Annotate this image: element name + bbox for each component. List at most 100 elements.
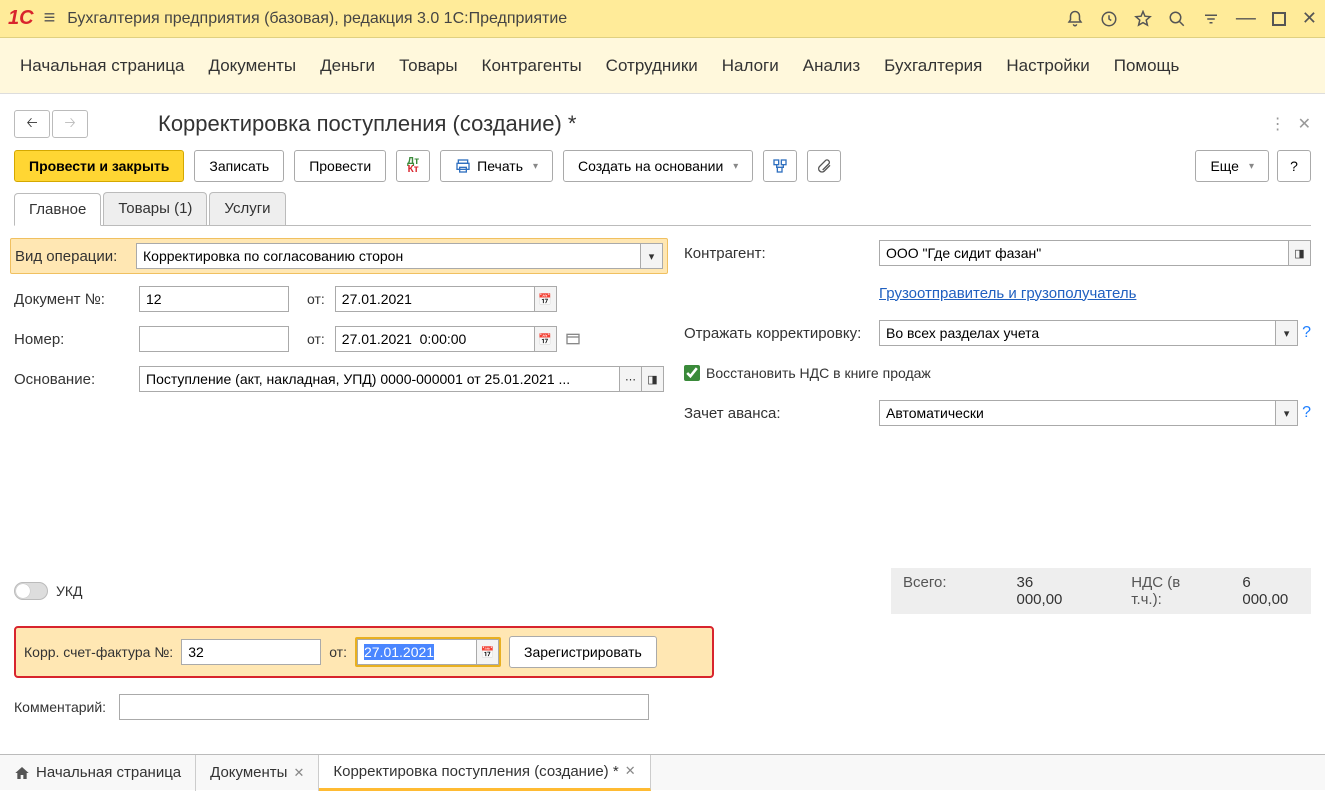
restore-vat-label: Восстановить НДС в книге продаж [706, 365, 931, 381]
help-button[interactable]: ? [1277, 150, 1311, 182]
menu-documents[interactable]: Документы [209, 56, 297, 76]
kebab-icon[interactable]: ⋮ [1270, 114, 1286, 134]
bell-icon[interactable] [1066, 10, 1084, 28]
number-input[interactable] [139, 326, 289, 352]
main-menu: Начальная страница Документы Деньги Това… [0, 38, 1325, 94]
open-icon[interactable]: ◨ [642, 366, 664, 392]
invoice-from-label: от: [329, 644, 347, 660]
calendar-icon[interactable]: 📅 [535, 286, 557, 312]
tab-services[interactable]: Услуги [209, 192, 285, 225]
ukd-toggle[interactable] [14, 582, 48, 600]
invoice-section: Корр. счет-фактура №: от: 27.01.2021 📅 З… [14, 626, 714, 678]
title-actions: — ✕ [1066, 7, 1317, 30]
advance-label: Зачет аванса: [684, 405, 879, 422]
calendar-icon[interactable]: 📅 [535, 326, 557, 352]
filter-icon[interactable] [1202, 10, 1220, 28]
close-icon[interactable]: ✕ [625, 763, 636, 779]
menu-taxes[interactable]: Налоги [722, 56, 779, 76]
minimize-icon[interactable]: — [1236, 7, 1256, 30]
contractor-label: Контрагент: [684, 245, 879, 262]
window-tabs: Начальная страница Документы ✕ Корректир… [0, 754, 1325, 790]
bottom-tab-documents[interactable]: Документы ✕ [196, 755, 319, 791]
doc-no-input[interactable] [139, 286, 289, 312]
basis-label: Основание: [14, 371, 139, 388]
comment-label: Комментарий: [14, 699, 119, 715]
help-icon[interactable]: ? [1302, 404, 1311, 422]
restore-vat-checkbox[interactable] [684, 365, 700, 381]
close-document-icon[interactable]: ✕ [1298, 114, 1311, 134]
bottom-tab-docs-label: Документы [210, 764, 287, 781]
comment-input[interactable] [119, 694, 649, 720]
ukd-label: УКД [56, 583, 83, 599]
register-button[interactable]: Зарегистрировать [509, 636, 657, 668]
star-icon[interactable] [1134, 10, 1152, 28]
advance-input[interactable] [879, 400, 1276, 426]
doc-date-input[interactable] [335, 286, 535, 312]
history-icon[interactable] [1100, 10, 1118, 28]
doc-date-from-label: от: [307, 291, 325, 307]
help-icon[interactable]: ? [1302, 324, 1311, 342]
open-icon[interactable]: ◨ [1289, 240, 1311, 266]
dropdown-icon[interactable]: ▾ [1276, 320, 1298, 346]
number-date-input[interactable] [335, 326, 535, 352]
operation-type-label: Вид операции: [15, 248, 136, 265]
menu-money[interactable]: Деньги [320, 56, 375, 76]
edit-icon[interactable] [565, 331, 581, 347]
menu-contractors[interactable]: Контрагенты [482, 56, 582, 76]
nav-forward-button[interactable]: 🡢 [52, 110, 88, 138]
menu-help[interactable]: Помощь [1114, 56, 1180, 76]
tab-goods[interactable]: Товары (1) [103, 192, 207, 225]
hamburger-icon[interactable]: ≡ [44, 7, 56, 30]
structure-button[interactable] [763, 150, 797, 182]
menu-goods[interactable]: Товары [399, 56, 457, 76]
invoice-date-input[interactable]: 27.01.2021 [357, 639, 477, 665]
dropdown-icon[interactable]: ▾ [641, 243, 663, 269]
logo-1c-icon: 1C [8, 7, 34, 30]
basis-input[interactable] [139, 366, 620, 392]
doc-no-label: Документ №: [14, 291, 139, 308]
home-icon [14, 765, 30, 781]
menu-employees[interactable]: Сотрудники [606, 56, 698, 76]
total-label: Всего: [903, 574, 947, 608]
bottom-tab-home-label: Начальная страница [36, 764, 181, 781]
more-button[interactable]: Еще [1195, 150, 1269, 182]
menu-analysis[interactable]: Анализ [803, 56, 860, 76]
invoice-label: Корр. счет-фактура №: [24, 644, 173, 660]
document-header: 🡠 🡢 Корректировка поступления (создание)… [14, 104, 1311, 144]
print-button[interactable]: Печать [440, 150, 553, 182]
app-title: Бухгалтерия предприятия (базовая), редак… [67, 10, 1066, 28]
title-bar: 1C ≡ Бухгалтерия предприятия (базовая), … [0, 0, 1325, 38]
close-icon[interactable]: ✕ [293, 765, 304, 781]
calendar-icon[interactable]: 📅 [477, 639, 499, 665]
create-based-button[interactable]: Создать на основании [563, 150, 753, 182]
nav-back-button[interactable]: 🡠 [14, 110, 50, 138]
bottom-tab-home[interactable]: Начальная страница [0, 755, 196, 791]
menu-accounting[interactable]: Бухгалтерия [884, 56, 982, 76]
save-button[interactable]: Записать [194, 150, 284, 182]
document-title: Корректировка поступления (создание) * [158, 111, 1270, 137]
search-icon[interactable] [1168, 10, 1186, 28]
menu-settings[interactable]: Настройки [1006, 56, 1089, 76]
post-button[interactable]: Провести [294, 150, 386, 182]
operation-type-row: Вид операции: ▾ [10, 238, 668, 274]
close-icon[interactable]: ✕ [1302, 8, 1317, 29]
reflect-input[interactable] [879, 320, 1276, 346]
operation-type-input[interactable] [136, 243, 641, 269]
tab-main[interactable]: Главное [14, 193, 101, 226]
vat-label: НДС (в т.ч.): [1131, 574, 1212, 608]
document-tabs: Главное Товары (1) Услуги [14, 192, 1311, 226]
document-toolbar: Провести и закрыть Записать Провести ДтК… [14, 144, 1311, 192]
contractor-input[interactable] [879, 240, 1289, 266]
dropdown-icon[interactable]: ▾ [1276, 400, 1298, 426]
invoice-number-input[interactable] [181, 639, 321, 665]
dtkt-button[interactable]: ДтКт [396, 150, 430, 182]
post-and-close-button[interactable]: Провести и закрыть [14, 150, 184, 182]
attachment-button[interactable] [807, 150, 841, 182]
total-value: 36 000,00 [1017, 574, 1082, 608]
ellipsis-icon[interactable]: ⋯ [620, 366, 642, 392]
shipper-link[interactable]: Грузоотправитель и грузополучатель [879, 285, 1136, 302]
maximize-icon[interactable] [1272, 12, 1286, 26]
menu-home[interactable]: Начальная страница [20, 56, 185, 76]
reflect-label: Отражать корректировку: [684, 325, 879, 342]
bottom-tab-current[interactable]: Корректировка поступления (создание) * ✕ [319, 755, 650, 791]
